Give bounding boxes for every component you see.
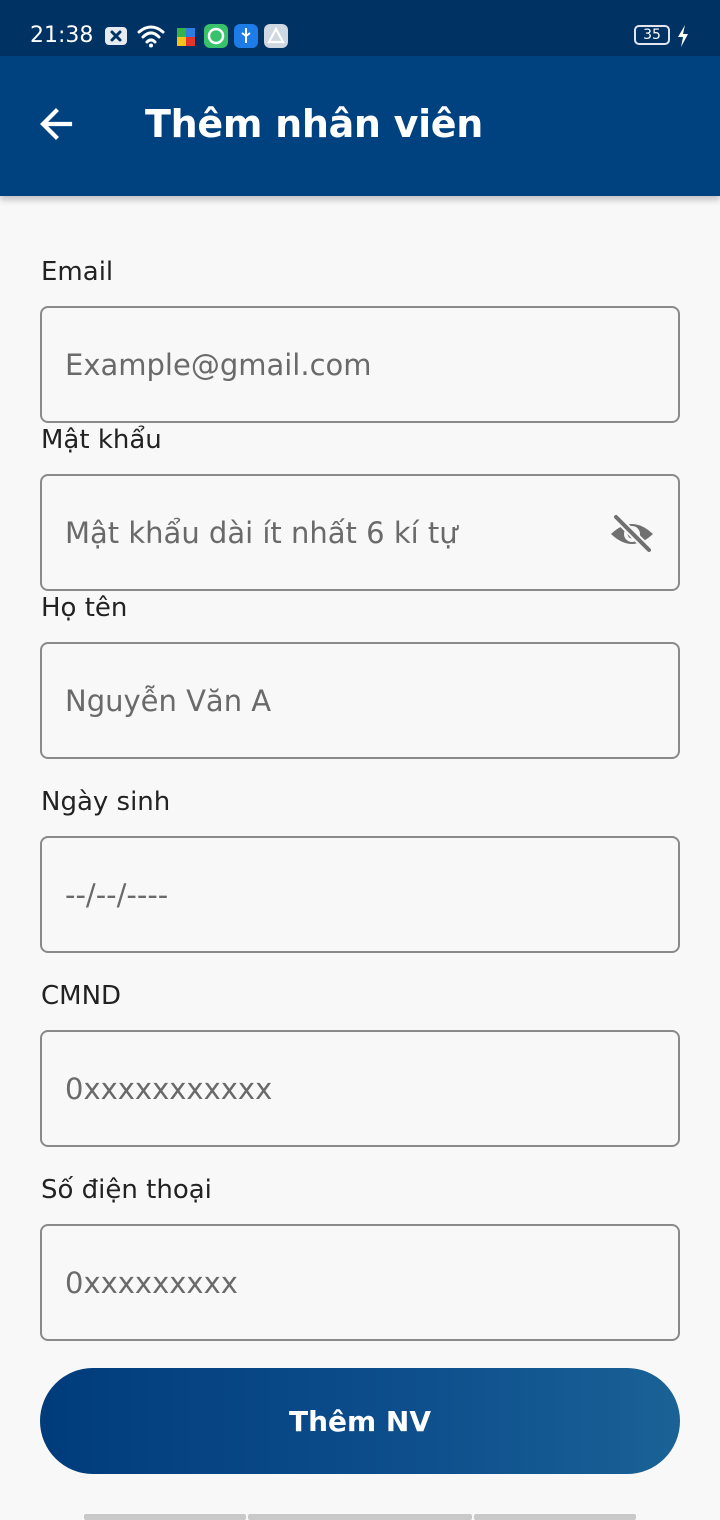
charging-icon bbox=[678, 25, 688, 47]
full-name-input[interactable] bbox=[65, 644, 605, 757]
puzzle-app-icon bbox=[177, 28, 195, 46]
birthday-field[interactable] bbox=[40, 836, 680, 953]
password-visibility-toggle[interactable] bbox=[608, 510, 656, 558]
notification-icon bbox=[105, 27, 127, 45]
phone-label: Số điện thoại bbox=[41, 1175, 212, 1205]
full-name-field[interactable] bbox=[40, 642, 680, 759]
back-button[interactable] bbox=[26, 94, 86, 154]
birthday-input[interactable] bbox=[65, 838, 605, 951]
battery-icon: 35 bbox=[634, 25, 670, 45]
leaf-app-icon bbox=[204, 24, 228, 48]
id-card-field[interactable] bbox=[40, 1030, 680, 1147]
eye-off-icon bbox=[611, 513, 653, 554]
email-label: Email bbox=[41, 257, 114, 287]
email-input[interactable] bbox=[65, 308, 605, 421]
page-title: Thêm nhân viên bbox=[145, 102, 484, 146]
password-field[interactable] bbox=[40, 474, 680, 591]
phone-input[interactable] bbox=[65, 1226, 605, 1339]
nav-hint-center bbox=[248, 1514, 472, 1520]
wifi-icon bbox=[137, 25, 165, 48]
status-time: 21:38 bbox=[30, 23, 94, 48]
password-label: Mật khẩu bbox=[41, 425, 162, 455]
add-employee-button[interactable]: Thêm NV bbox=[40, 1368, 680, 1474]
nav-hint-right bbox=[474, 1514, 636, 1520]
arrow-left-icon bbox=[40, 108, 73, 140]
app-bar: Thêm nhân viên bbox=[0, 56, 720, 196]
birthday-label: Ngày sinh bbox=[41, 787, 171, 817]
id-card-input[interactable] bbox=[65, 1032, 605, 1145]
email-field[interactable] bbox=[40, 306, 680, 423]
usb-icon bbox=[234, 24, 258, 48]
id-card-label: CMND bbox=[41, 981, 122, 1011]
full-name-label: Họ tên bbox=[41, 593, 128, 623]
status-bar: 21:38 35 bbox=[0, 0, 720, 56]
drive-icon bbox=[264, 24, 288, 48]
phone-field[interactable] bbox=[40, 1224, 680, 1341]
nav-hint-left bbox=[84, 1514, 246, 1520]
password-input[interactable] bbox=[65, 476, 605, 589]
